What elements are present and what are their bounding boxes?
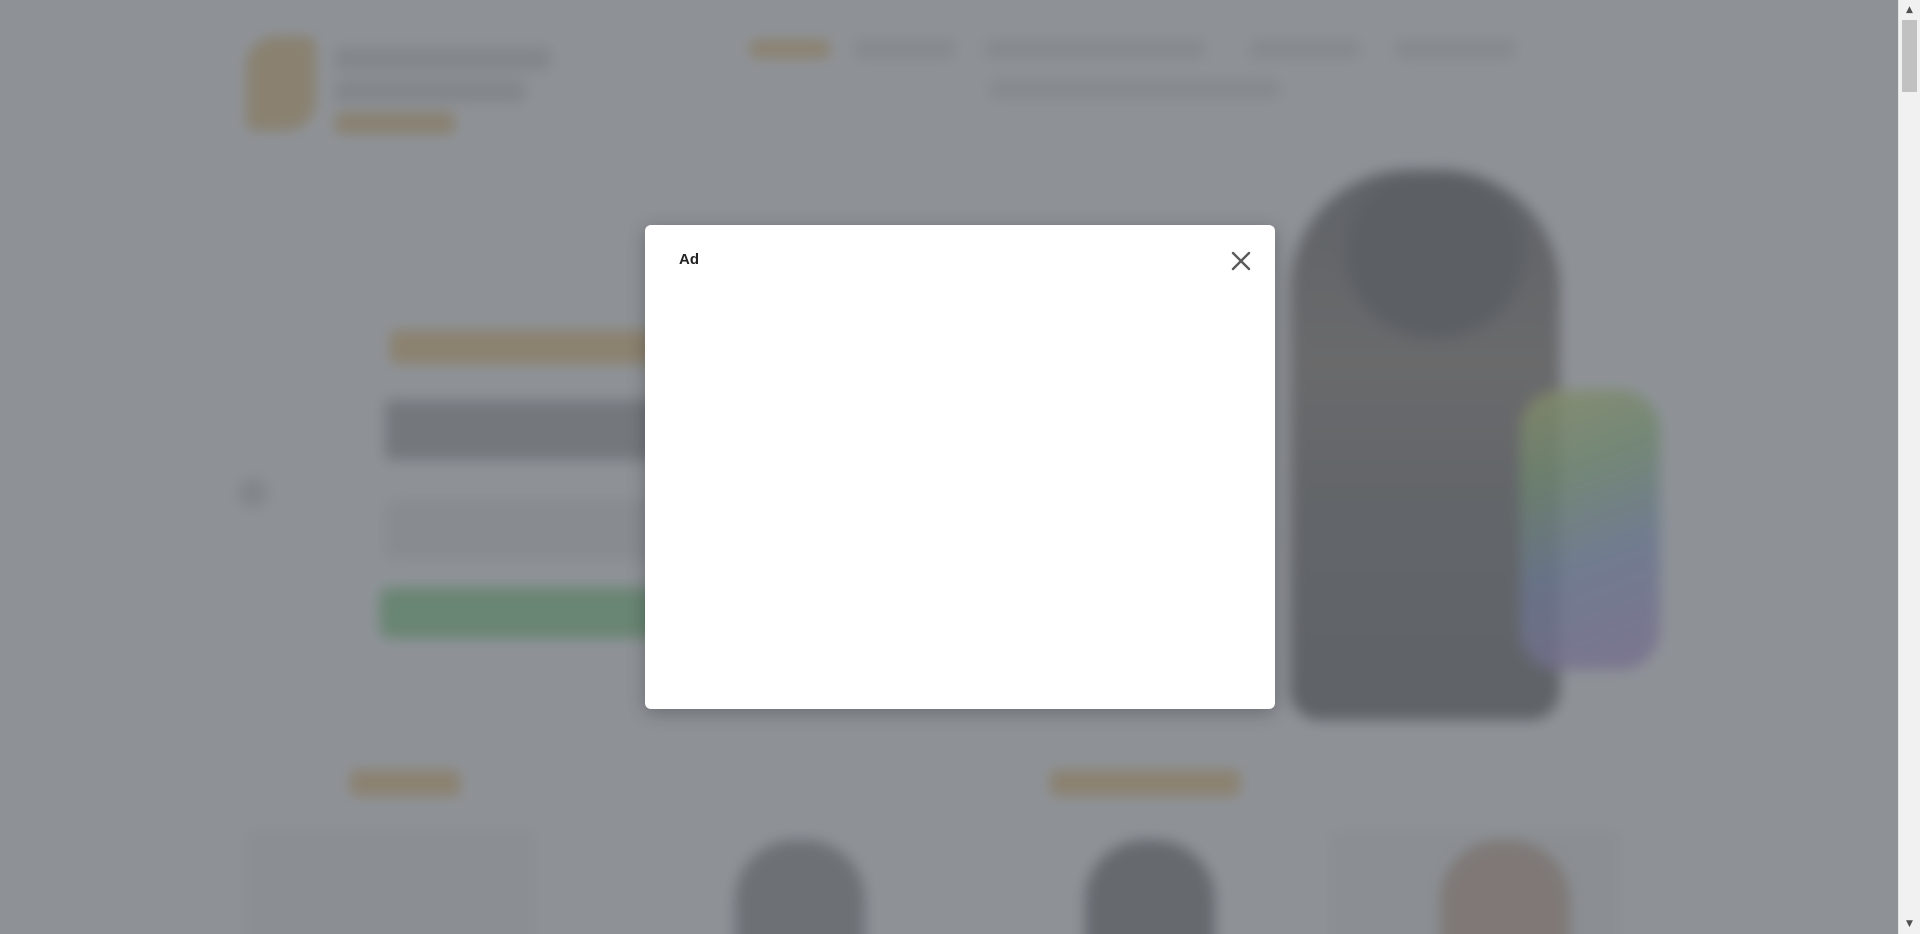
page-scrollbar[interactable]: ▲ ▼ (1898, 0, 1920, 934)
ad-modal: Ad (645, 225, 1275, 709)
ad-content-area[interactable] (679, 295, 1241, 685)
scroll-down-arrow-icon[interactable]: ▼ (1899, 916, 1920, 932)
scroll-up-arrow-icon[interactable]: ▲ (1899, 2, 1920, 18)
scrollbar-thumb[interactable] (1902, 20, 1917, 92)
close-icon[interactable] (1227, 247, 1255, 275)
page: ▲ ▼ Ad (0, 0, 1920, 934)
modal-title: Ad (679, 251, 699, 268)
